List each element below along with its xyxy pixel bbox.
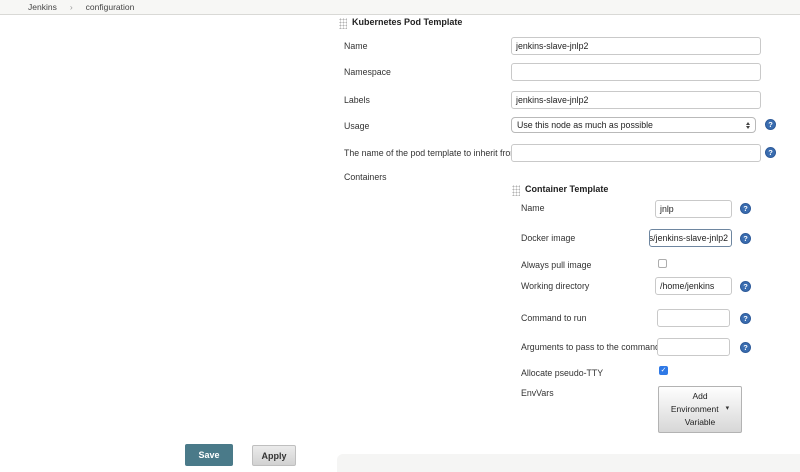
docker-image-label: Docker image xyxy=(521,233,575,243)
allocate-tty-checkbox[interactable]: ✓ xyxy=(659,366,668,375)
arguments-label: Arguments to pass to the command xyxy=(521,342,660,352)
namespace-label: Namespace xyxy=(344,67,391,77)
containers-label: Containers xyxy=(344,172,387,182)
bottom-panel-edge xyxy=(337,454,800,472)
container-name-input[interactable]: jnlp xyxy=(655,200,732,218)
always-pull-label: Always pull image xyxy=(521,260,591,270)
always-pull-checkbox[interactable]: ✓ xyxy=(658,259,667,268)
labels-input[interactable]: jenkins-slave-jnlp2 xyxy=(511,91,761,109)
inherit-label: The name of the pod template to inherit … xyxy=(344,148,518,158)
usage-select[interactable]: Use this node as much as possible xyxy=(511,117,756,133)
container-template-section-title: Container Template xyxy=(525,184,608,194)
working-directory-help-icon[interactable]: ? xyxy=(740,281,751,292)
breadcrumb-separator-icon: › xyxy=(70,2,73,12)
name-input[interactable]: jenkins-slave-jnlp2 xyxy=(511,37,761,55)
docker-image-input[interactable]: us/jenkins-slave-jnlp2 xyxy=(649,229,732,247)
working-directory-label: Working directory xyxy=(521,281,589,291)
docker-image-help-icon[interactable]: ? xyxy=(740,233,751,244)
usage-select-value: Use this node as much as possible xyxy=(517,120,653,130)
chevron-down-icon: ▾ xyxy=(726,404,730,415)
save-button[interactable]: Save xyxy=(185,444,233,466)
envvars-label: EnvVars xyxy=(521,388,554,398)
usage-label: Usage xyxy=(344,121,369,131)
apply-button[interactable]: Apply xyxy=(252,445,296,466)
add-environment-variable-button[interactable]: Add Environment ▾ Variable xyxy=(658,386,742,433)
breadcrumb-item-jenkins[interactable]: Jenkins xyxy=(28,2,57,12)
drag-handle-icon[interactable] xyxy=(339,18,347,29)
check-icon: ✓ xyxy=(660,367,667,375)
command-label: Command to run xyxy=(521,313,587,323)
drag-handle-icon[interactable] xyxy=(512,185,520,196)
namespace-input[interactable] xyxy=(511,63,761,81)
envvars-button-line1: Add xyxy=(692,390,707,403)
working-directory-input[interactable]: /home/jenkins xyxy=(655,277,732,295)
envvars-button-line2: Environment xyxy=(671,403,719,416)
pod-template-section-title: Kubernetes Pod Template xyxy=(352,17,462,27)
arguments-help-icon[interactable]: ? xyxy=(740,342,751,353)
usage-help-icon[interactable]: ? xyxy=(765,119,776,130)
container-name-help-icon[interactable]: ? xyxy=(740,203,751,214)
inherit-help-icon[interactable]: ? xyxy=(765,147,776,158)
breadcrumb: Jenkins › configuration xyxy=(0,0,800,15)
breadcrumb-item-configuration[interactable]: configuration xyxy=(86,2,135,12)
name-label: Name xyxy=(344,41,367,51)
docker-image-value: us/jenkins-slave-jnlp2 xyxy=(649,230,728,246)
arguments-input[interactable] xyxy=(657,338,730,356)
inherit-input[interactable] xyxy=(511,144,761,162)
envvars-button-line3: Variable xyxy=(685,416,716,429)
command-help-icon[interactable]: ? xyxy=(740,313,751,324)
container-name-label: Name xyxy=(521,203,544,213)
labels-label: Labels xyxy=(344,95,370,105)
select-stepper-icon xyxy=(744,120,751,130)
allocate-tty-label: Allocate pseudo-TTY xyxy=(521,368,603,378)
command-input[interactable] xyxy=(657,309,730,327)
